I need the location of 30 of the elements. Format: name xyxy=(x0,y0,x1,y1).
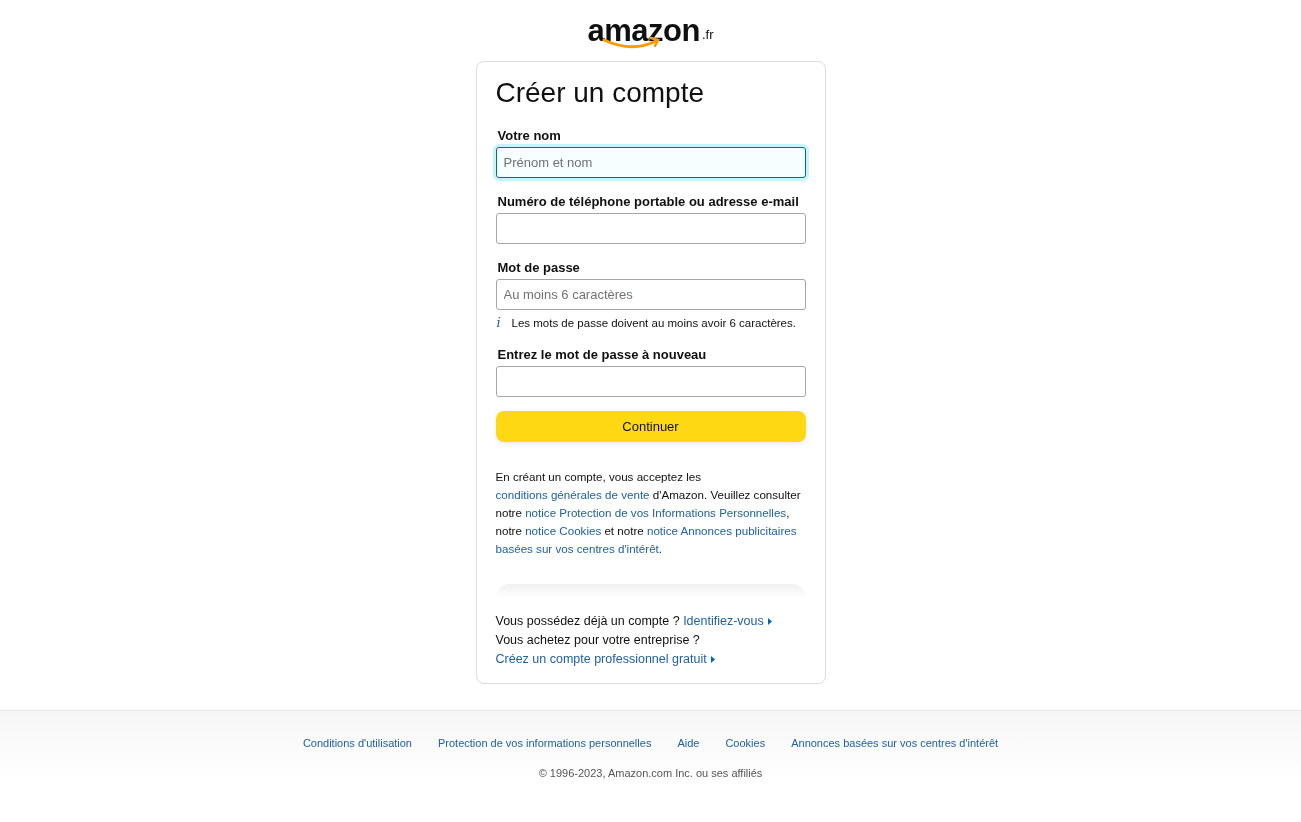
continue-button[interactable]: Continuer xyxy=(495,411,806,442)
password-hint: Les mots de passe doivent au moins avoir 6 caractères. xyxy=(511,316,796,331)
field-label: Entrez le mot de passe à nouveau xyxy=(496,346,708,364)
input-field[interactable] xyxy=(495,366,806,397)
field-label: Votre nom xyxy=(496,127,562,145)
footer-link[interactable]: Conditions d'utilisation xyxy=(302,735,412,752)
footer-link[interactable]: Annonces basées sur vos centres d'intérêt xyxy=(791,735,999,752)
legal-link[interactable]: conditions générales de vente xyxy=(495,488,650,501)
prompt-link[interactable]: Identifiez-vous xyxy=(683,614,764,628)
prompt-text: Vous possédez déjà un compte ? xyxy=(495,614,681,628)
field-label: Numéro de téléphone portable ou adresse e-mail xyxy=(496,193,800,211)
info-icon: i xyxy=(496,316,511,330)
prompt-link[interactable]: Créez un compte professionnel gratuit xyxy=(495,652,707,666)
footer-link[interactable]: Protection de vos informations personnelles xyxy=(438,735,652,752)
copyright-text: © 1996-2023, Amazon.com Inc. ou ses affiliés xyxy=(538,765,763,781)
input-field[interactable]: Au moins 6 caractères xyxy=(495,279,806,310)
footer-link[interactable]: Aide xyxy=(677,735,700,752)
legal-link[interactable]: notice Cookies xyxy=(525,524,602,537)
footer-link[interactable]: Cookies xyxy=(725,735,766,752)
caret-icon xyxy=(710,656,715,664)
legal-notice: En créant un compte, vous acceptez les conditions générales de vente d'Amazon. Veuillez consulter notre notice Protection de vos Informations Personnelles, notre notice Cookies et notre notice Annonces publicitaires basées sur vos centres d'intérêt. xyxy=(495,469,802,557)
caret-icon xyxy=(767,618,772,626)
input-field[interactable]: Prénom et nom xyxy=(495,147,806,178)
amazon-logo[interactable]: amazon.fr xyxy=(587,6,714,46)
legal-link[interactable]: basées sur vos centres d'intérêt xyxy=(495,542,659,555)
input-field[interactable] xyxy=(495,213,806,244)
legal-link[interactable]: notice Annonces publicitaires xyxy=(646,524,797,537)
prompt-text: Vous achetez pour votre entreprise ? xyxy=(495,633,700,647)
field-label: Mot de passe xyxy=(496,259,581,277)
page-title: Créer un compte xyxy=(495,76,706,110)
